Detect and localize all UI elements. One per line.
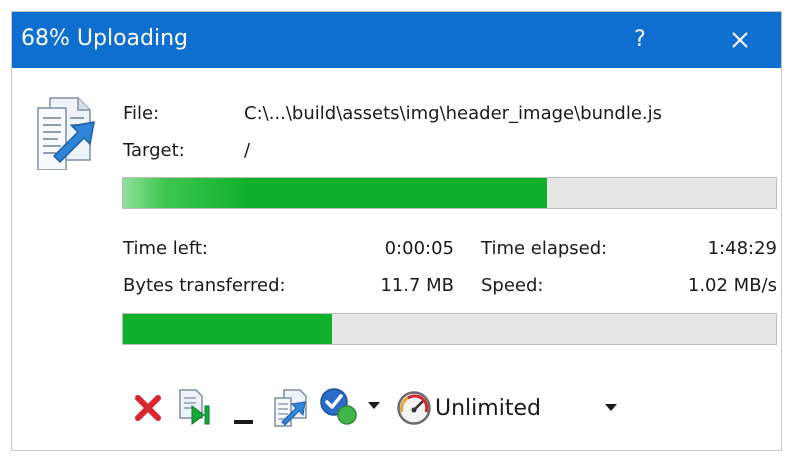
speed-value: 1.02 MB/s (687, 275, 777, 296)
total-progress-fill (123, 314, 332, 344)
bytes-transferred-label: Bytes transferred: (123, 275, 286, 296)
upload-document-icon (37, 97, 95, 170)
chevron-down-icon[interactable] (367, 401, 381, 411)
title-bar[interactable]: 68% Uploading ? (12, 12, 781, 68)
total-progress-bar (122, 313, 777, 345)
file-path-value: C:\...\build\assets\img\header_image\bun… (244, 103, 663, 124)
speed-label: Speed: (481, 275, 544, 296)
upload-dialog: 68% Uploading ? File: C:\...\build\asset… (11, 11, 782, 451)
skip-file-icon[interactable] (176, 388, 214, 426)
red-x-icon[interactable] (134, 394, 162, 422)
minimize-icon[interactable] (233, 404, 255, 426)
speed-limit-dropdown-icon[interactable] (604, 403, 618, 413)
speedometer-icon[interactable] (396, 390, 432, 426)
speed-limit-value[interactable]: Unlimited (435, 395, 541, 423)
close-button[interactable] (712, 20, 768, 60)
target-value: / (244, 140, 251, 161)
file-label: File: (123, 103, 160, 124)
time-left-value: 0:00:05 (384, 238, 454, 259)
target-label: Target: (123, 140, 185, 161)
check-action-icon[interactable] (318, 386, 358, 426)
file-progress-fill (123, 178, 548, 208)
bytes-transferred-value: 11.7 MB (380, 275, 454, 296)
time-elapsed-value: 1:48:29 (707, 238, 777, 259)
close-icon (732, 32, 748, 48)
help-button[interactable]: ? (620, 20, 660, 60)
window-title: 68% Uploading (21, 26, 188, 51)
time-left-label: Time left: (123, 238, 208, 259)
file-progress-bar (122, 177, 777, 209)
transfer-queue-icon[interactable] (272, 388, 310, 428)
time-elapsed-label: Time elapsed: (481, 238, 608, 259)
